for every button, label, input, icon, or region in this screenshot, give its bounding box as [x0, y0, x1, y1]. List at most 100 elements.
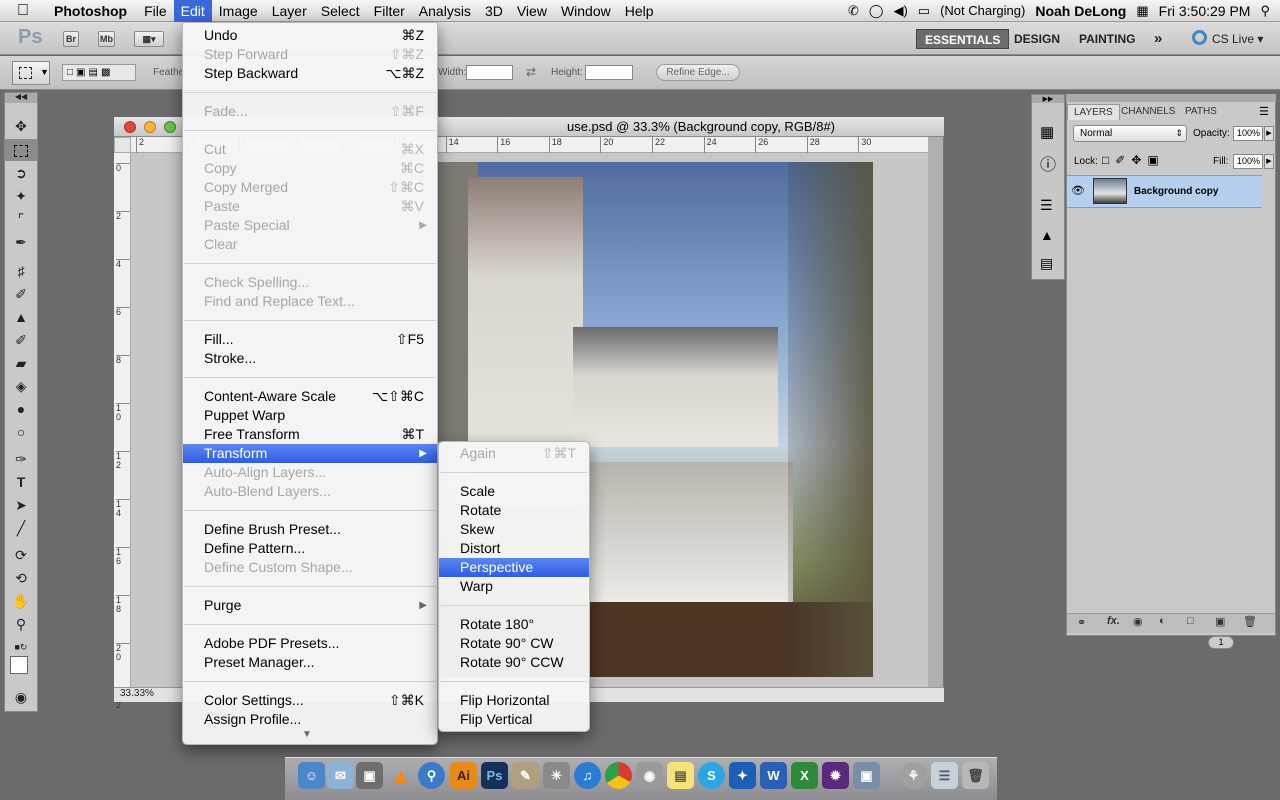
aperture-dock-icon[interactable]: ✹	[822, 762, 849, 789]
tools-panel-collapse-icon[interactable]: ◀◀	[5, 93, 37, 103]
lasso-tool-icon[interactable]: ➲	[5, 162, 37, 184]
menu-help[interactable]: Help	[618, 0, 661, 22]
menu-item-purge[interactable]: Purge ▶	[183, 596, 437, 615]
dictionary-dock-icon[interactable]: ✎	[512, 762, 539, 789]
opacity-field[interactable]: 100%	[1233, 126, 1263, 141]
menu-scroll-down-icon[interactable]: ▼	[302, 729, 312, 740]
vertical-ruler[interactable]: 024681 01 21 41 61 82 02 2	[114, 153, 131, 710]
menu-item-color-settings[interactable]: Color Settings... ⇧⌘K	[183, 691, 437, 710]
paint-bucket-tool-icon[interactable]: ◈	[5, 375, 37, 397]
excel-dock-icon[interactable]: X	[791, 762, 818, 789]
skype-dock-icon[interactable]: S	[698, 762, 725, 789]
adjustments-panel-icon[interactable]: ☰	[1040, 197, 1053, 214]
menu-file[interactable]: File	[137, 0, 174, 22]
finder-dock-icon[interactable]: ☺	[298, 762, 325, 789]
menu-analysis[interactable]: Analysis	[412, 0, 478, 22]
swap-dimensions-icon[interactable]: ⇄	[526, 65, 536, 79]
workspace-painting-button[interactable]: PAINTING	[1071, 29, 1143, 49]
lock-all-icon[interactable]: ▣	[1147, 153, 1158, 167]
subtract-selection-icon[interactable]: ▤	[89, 67, 98, 78]
safari-dock-icon[interactable]: ⚲	[418, 762, 445, 789]
histogram-panel-icon[interactable]: ▦	[1040, 123, 1054, 141]
illustrator-dock-icon[interactable]: Ai	[450, 762, 477, 789]
menu-item-stroke[interactable]: Stroke...	[183, 349, 437, 368]
user-name[interactable]: Noah DeLong	[1035, 3, 1126, 19]
hand-tool-icon[interactable]: ✋	[5, 590, 37, 612]
new-group-icon[interactable]: □	[1187, 615, 1194, 627]
clone-source-panel-icon[interactable]: ▲	[1040, 227, 1054, 243]
pen-tool-icon[interactable]: ✑	[5, 448, 37, 470]
vlc-dock-icon[interactable]: ▲	[387, 762, 414, 789]
menu-view[interactable]: View	[510, 0, 554, 22]
submenu-item-rotate[interactable]: Rotate	[439, 501, 589, 520]
lock-pixels-icon[interactable]: ✐	[1115, 153, 1125, 167]
page-indicator[interactable]: 1	[1208, 636, 1234, 649]
downloads-dock-icon[interactable]: ☰	[931, 762, 958, 789]
menu-3d[interactable]: 3D	[478, 0, 510, 22]
healing-brush-tool-icon[interactable]: ♯	[5, 260, 37, 282]
3d-rotate-tool-icon[interactable]: ⟳	[5, 544, 37, 566]
submenu-item-scale[interactable]: Scale	[439, 482, 589, 501]
submenu-item-rotate-90-ccw[interactable]: Rotate 90° CCW	[439, 653, 589, 672]
menu-item-preset-manager[interactable]: Preset Manager...	[183, 653, 437, 672]
zoom-tool-icon[interactable]: ⚲	[5, 613, 37, 635]
tab-paths[interactable]: PATHS	[1179, 104, 1223, 120]
app-menu[interactable]: Photoshop	[46, 3, 137, 19]
eraser-tool-icon[interactable]: ▰	[5, 352, 37, 374]
menu-item-free-transform[interactable]: Free Transform ⌘T	[183, 425, 437, 444]
brush-tool-icon[interactable]: ✐	[5, 283, 37, 305]
height-field[interactable]	[585, 65, 633, 80]
apple-menu-icon[interactable]: 	[0, 2, 46, 20]
submenu-item-flip-vertical[interactable]: Flip Vertical	[439, 710, 589, 729]
width-field[interactable]	[466, 65, 513, 80]
minibridge-button[interactable]: Mb	[98, 31, 115, 47]
menu-select[interactable]: Select	[314, 0, 367, 22]
tab-layers[interactable]: LAYERS	[1067, 104, 1120, 120]
fill-field[interactable]: 100%	[1233, 154, 1263, 169]
icon-strip-collapse-icon[interactable]: ▶▶	[1032, 95, 1064, 103]
move-tool-icon[interactable]: ✥	[5, 115, 37, 137]
submenu-item-warp[interactable]: Warp	[439, 577, 589, 596]
calendar-icon[interactable]: ▦	[1136, 3, 1148, 19]
volume-icon[interactable]: ◀)	[893, 3, 907, 19]
add-selection-icon[interactable]: ▣	[76, 67, 85, 78]
camera-dock-icon[interactable]: ◉	[636, 762, 663, 789]
link-layers-icon[interactable]: ⚭	[1077, 616, 1086, 629]
submenu-item-flip-horizontal[interactable]: Flip Horizontal	[439, 691, 589, 710]
submenu-item-skew[interactable]: Skew	[439, 520, 589, 539]
menu-image[interactable]: Image	[212, 0, 265, 22]
workspace-design-button[interactable]: DESIGN	[1006, 29, 1068, 49]
chat-icon[interactable]: ◯	[869, 3, 884, 19]
history-brush-tool-icon[interactable]: ✐	[5, 329, 37, 351]
layer-style-icon[interactable]: fx.	[1107, 615, 1120, 627]
info-panel-icon[interactable]: ⓘ	[1040, 151, 1056, 175]
add-mask-icon[interactable]: ◉	[1133, 615, 1143, 628]
tab-channels[interactable]: CHANNELS	[1115, 104, 1181, 120]
chrome-dock-icon[interactable]	[605, 762, 632, 789]
delete-layer-icon[interactable]: 🗑	[1243, 615, 1257, 628]
menu-item-assign-profile[interactable]: Assign Profile...	[183, 710, 437, 729]
opacity-slider-button[interactable]: ▶	[1264, 126, 1274, 141]
blur-tool-icon[interactable]: ●	[5, 398, 37, 420]
clock[interactable]: Fri 3:50:29 PM	[1159, 3, 1251, 19]
utility-dock-icon[interactable]: ⚘	[900, 762, 927, 789]
3d-orbit-tool-icon[interactable]: ⟲	[5, 567, 37, 589]
menu-edit[interactable]: Edit	[173, 0, 212, 22]
minimize-window-button[interactable]	[144, 121, 156, 133]
clone-stamp-tool-icon[interactable]: ▲	[5, 306, 37, 328]
quick-selection-tool-icon[interactable]: ✦	[5, 185, 37, 207]
word-dock-icon[interactable]: W	[760, 762, 787, 789]
type-tool-icon[interactable]: T	[5, 471, 37, 493]
xcode-dock-icon[interactable]: ✦	[729, 762, 756, 789]
new-selection-icon[interactable]: □	[67, 67, 73, 78]
path-selection-tool-icon[interactable]: ➤	[5, 494, 37, 516]
bridge-button[interactable]: Br	[63, 31, 79, 47]
cs-live-button[interactable]: CS Live ▾	[1208, 29, 1267, 49]
crop-tool-icon[interactable]: ⌜	[5, 208, 37, 230]
menu-window[interactable]: Window	[554, 0, 618, 22]
layer-visibility-eye-icon[interactable]: 👁	[1071, 184, 1085, 197]
menu-item-define-pattern[interactable]: Define Pattern...	[183, 539, 437, 558]
menu-item-puppet-warp[interactable]: Puppet Warp	[183, 406, 437, 425]
battery-icon[interactable]: ▭	[918, 3, 930, 19]
menu-item-step-backward[interactable]: Step Backward ⌥⌘Z	[183, 64, 437, 83]
